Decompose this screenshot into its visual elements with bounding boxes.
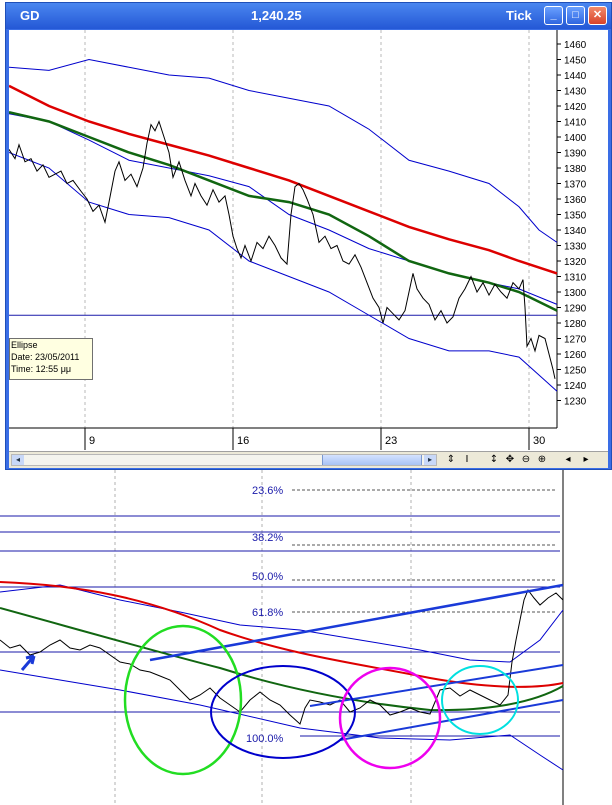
step-left-icon[interactable]: ◂ <box>561 453 575 467</box>
fib-label-1000: 100.0% <box>246 733 284 745</box>
price-tick-label: 1290 <box>564 304 587 315</box>
lower-upper-band <box>0 584 564 663</box>
top-price-chart[interactable]: 1460 1450 1440 1430 1420 1410 1400 1390 1380 1370… <box>9 30 608 451</box>
scroll-right-arrow-icon[interactable]: ▸ <box>424 455 436 465</box>
minimize-button[interactable]: _ <box>544 6 563 25</box>
tick-mode: Tick <box>506 8 532 23</box>
scale-vertical-icon[interactable]: ↕ <box>487 453 501 467</box>
chart-window[interactable]: GD 1,240.25 Tick _ □ ✕ 1460 1450 1440 1430 1… <box>5 2 612 470</box>
lower-gridlines <box>114 470 412 805</box>
price-tick-label: 1430 <box>564 87 587 98</box>
cursor-i-icon[interactable]: I <box>460 453 474 467</box>
symbol-title: GD <box>20 8 40 23</box>
price-tick-label: 1330 <box>564 242 587 253</box>
price-tick-label: 1440 <box>564 71 587 82</box>
step-right-icon[interactable]: ▸ <box>579 453 593 467</box>
price-tick-label: 1390 <box>564 149 587 160</box>
tooltip-time: Time: 12:55 μμ <box>11 364 72 374</box>
fib-label-236: 23.6% <box>252 485 283 497</box>
price-tick-label: 1260 <box>564 350 587 361</box>
price-tick-label: 1280 <box>564 319 587 330</box>
price-tick-label: 1320 <box>564 257 587 268</box>
price-tick-label: 1450 <box>564 56 587 67</box>
tooltip-date: Date: 23/05/2011 <box>11 352 80 362</box>
price-tick-label: 1360 <box>564 195 587 206</box>
price-tick-label: 1230 <box>564 397 587 408</box>
price-tick-label: 1370 <box>564 180 587 191</box>
price-tick-label: 1310 <box>564 273 587 284</box>
fit-vertical-icon[interactable]: ⇕ <box>444 453 458 467</box>
price-tick-label: 1300 <box>564 288 587 299</box>
tooltip-title: Ellipse <box>11 340 38 350</box>
price-tick-label: 1400 <box>564 133 587 144</box>
fib-level-lines <box>0 515 560 737</box>
price-tick-label: 1350 <box>564 211 587 222</box>
price-chart-area[interactable]: 1460 1450 1440 1430 1420 1410 1400 1390 1380 1370… <box>9 30 608 468</box>
lower-trendline-top <box>149 583 564 662</box>
horizontal-scrollbar[interactable]: ◂ ▸ <box>11 454 437 466</box>
price-tick-label: 1420 <box>564 102 587 113</box>
price-tick-label: 1240 <box>564 381 587 392</box>
close-button[interactable]: ✕ <box>588 6 607 25</box>
price-tick-label: 1340 <box>564 226 587 237</box>
price-tick-label: 1410 <box>564 118 587 129</box>
lower-trendline-low <box>339 699 564 741</box>
scroll-thumb[interactable] <box>322 455 422 465</box>
last-price: 1,240.25 <box>251 8 302 23</box>
price-tick-label: 1250 <box>564 366 587 377</box>
lower-red-ma <box>0 581 564 688</box>
date-tick-label: 16 <box>237 435 249 447</box>
date-tick-label: 30 <box>533 435 545 447</box>
move-icon[interactable]: ✥ <box>503 453 517 467</box>
title-bar[interactable]: GD 1,240.25 Tick _ □ ✕ <box>6 3 611 29</box>
price-tick-label: 1270 <box>564 335 587 346</box>
price-tick-label: 1460 <box>564 40 587 51</box>
blue-arrow-icon <box>20 654 36 671</box>
scroll-left-arrow-icon[interactable]: ◂ <box>12 455 24 465</box>
fib-label-618: 61.8% <box>252 607 283 619</box>
bottom-toolbar: ◂ ▸ ⇕ I ↕ ✥ ⊖ ⊕ ◂ ▸ <box>9 451 608 468</box>
price-tick-label: 1380 <box>564 164 587 175</box>
red-moving-average <box>9 84 558 275</box>
fib-label-382: 38.2% <box>252 532 283 544</box>
maximize-button[interactable]: □ <box>566 6 585 25</box>
upper-band-line <box>9 58 558 243</box>
cyan-ellipse <box>441 665 519 735</box>
zoom-in-icon[interactable]: ⊕ <box>535 453 549 467</box>
zoom-out-icon[interactable]: ⊖ <box>519 453 533 467</box>
date-tick-label: 23 <box>385 435 397 447</box>
middle-band-line <box>9 113 558 305</box>
fib-label-500: 50.0% <box>252 571 283 583</box>
green-moving-average <box>9 110 558 312</box>
date-tick-label: 9 <box>89 435 95 447</box>
ellipse-tooltip: Ellipse Date: 23/05/2011 Time: 12:55 μμ <box>9 338 93 380</box>
